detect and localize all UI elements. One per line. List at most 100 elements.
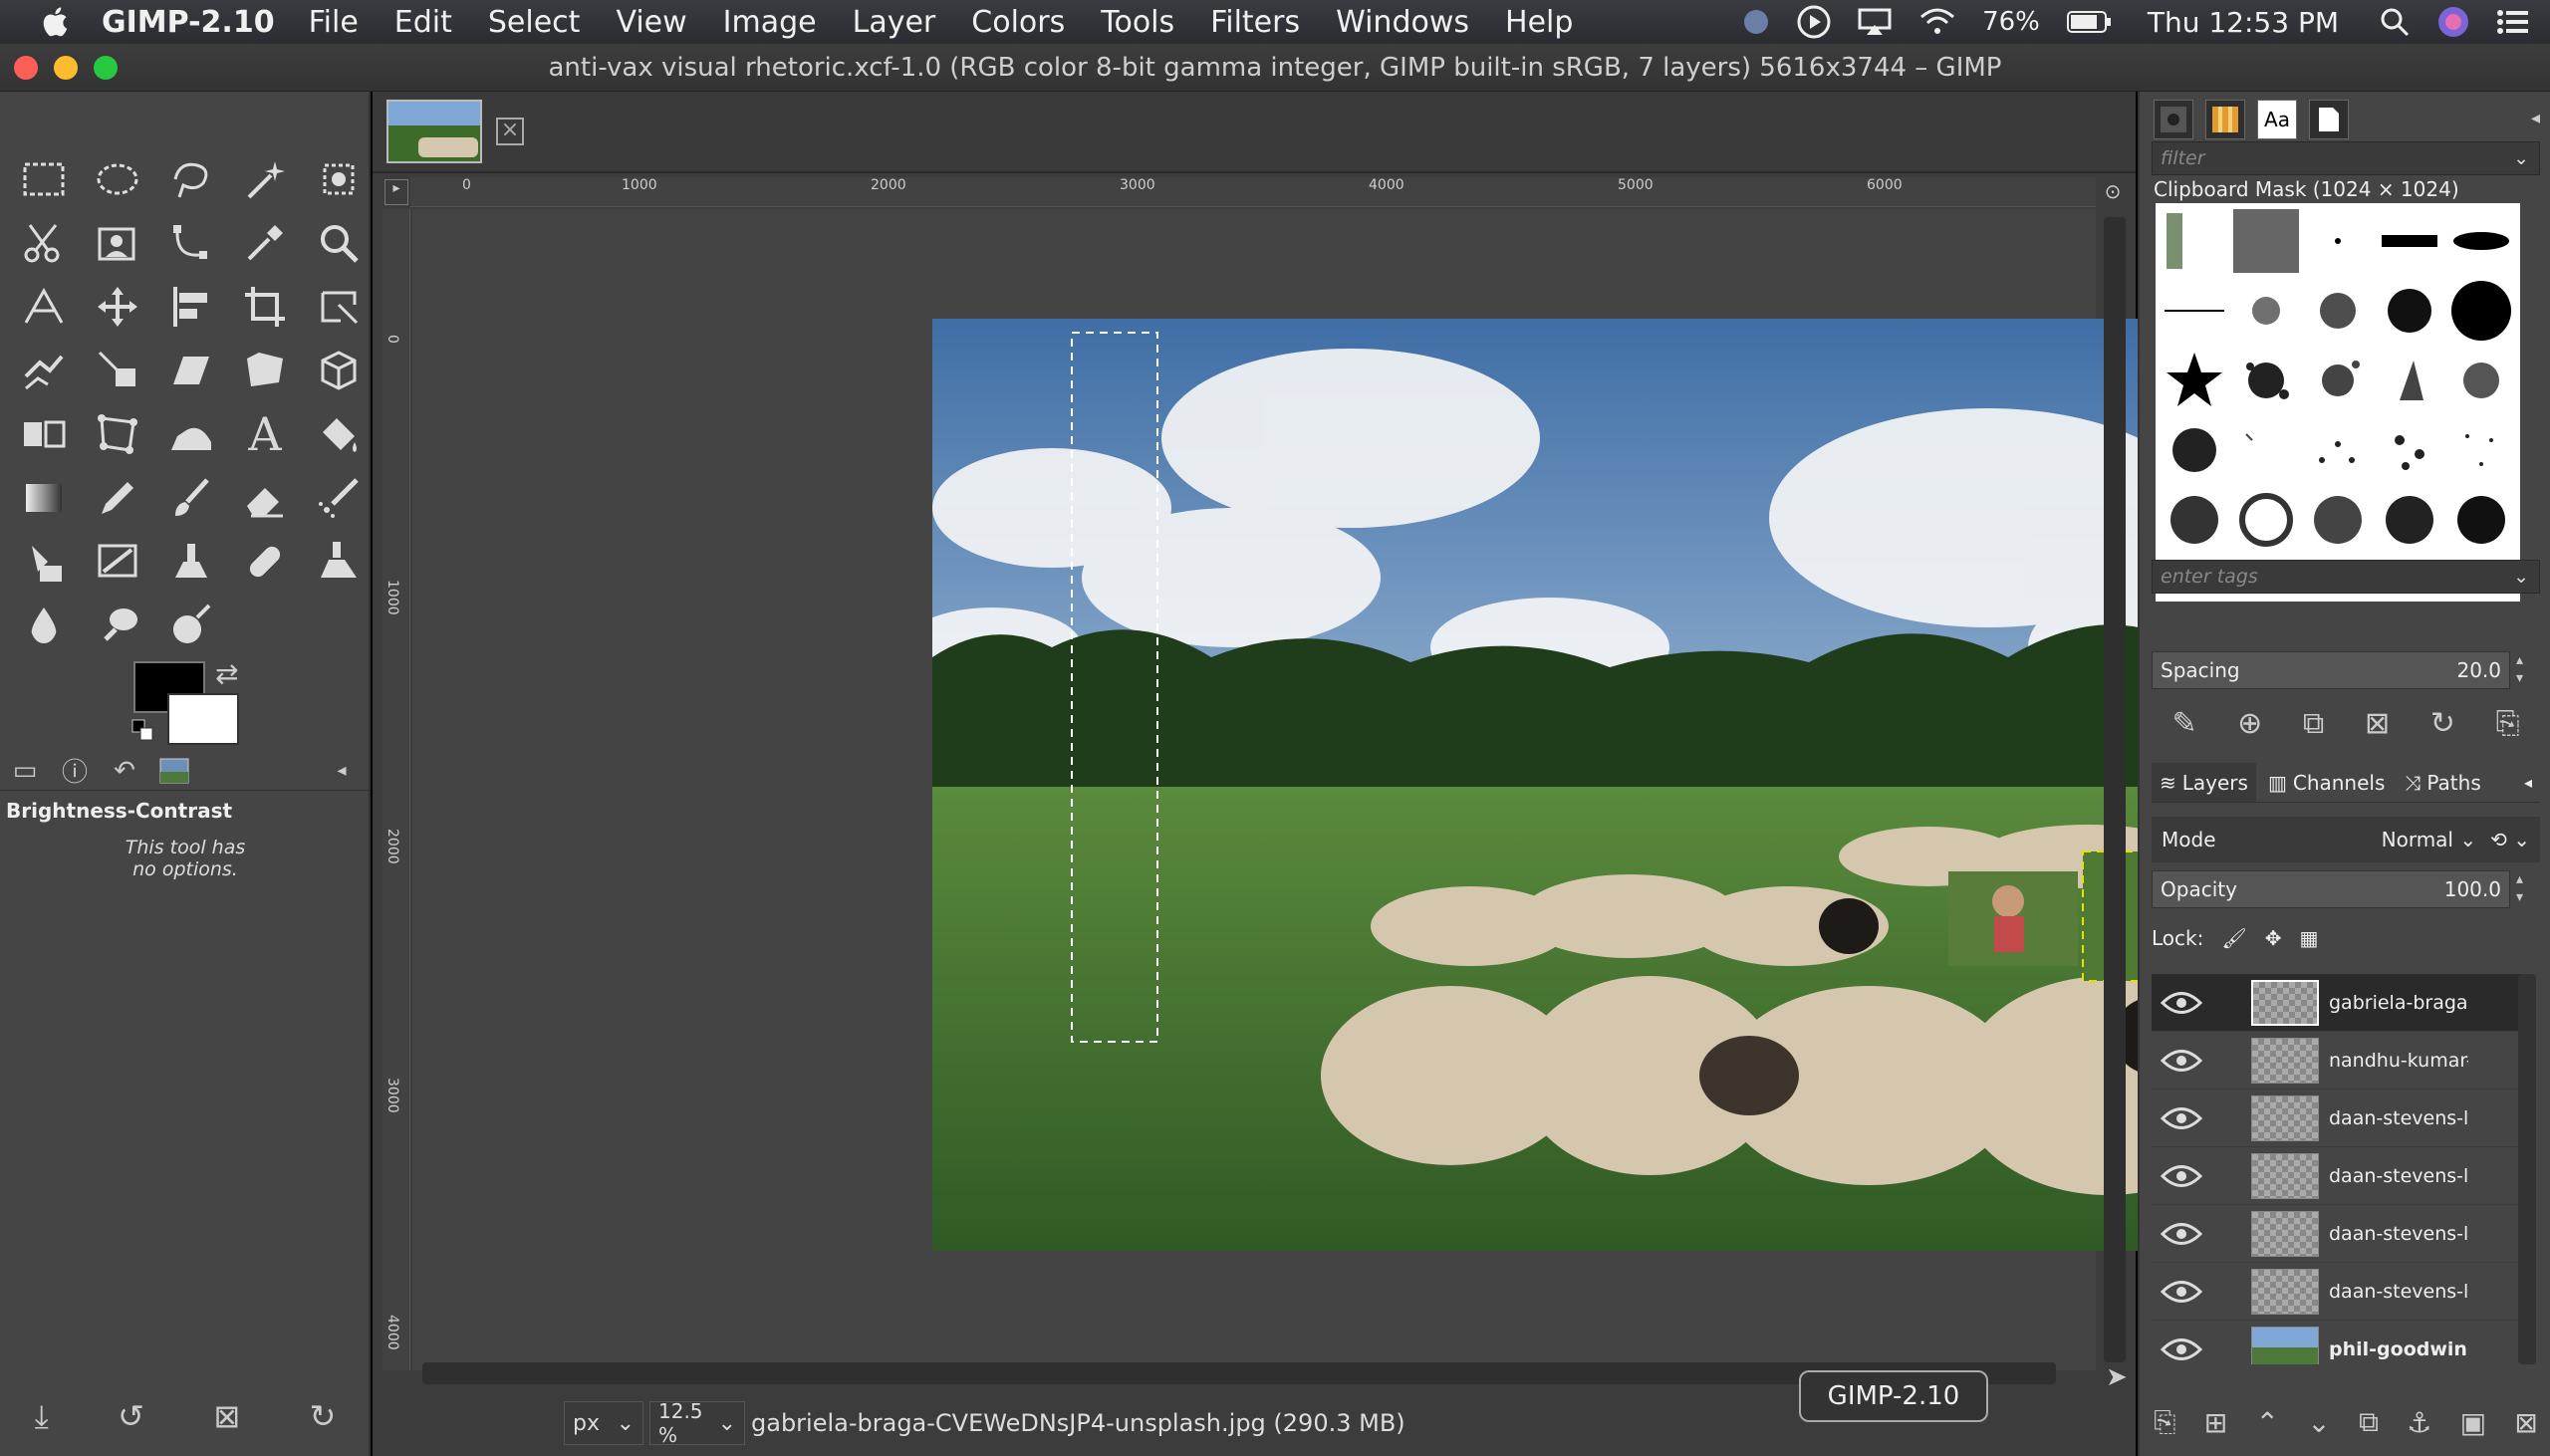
siri-icon[interactable] [2436,5,2470,39]
duplicate-brush-icon[interactable]: ⧉ [2303,706,2324,741]
airplay-icon[interactable] [1857,7,1893,37]
brush-ellipse[interactable] [2446,207,2516,275]
brush-splatter-3[interactable] [2375,347,2444,414]
layer-row[interactable]: phil-goodwin- [2152,1321,2530,1364]
lock-alpha-icon[interactable]: ▦ [2300,926,2319,950]
menu-filters[interactable]: Filters [1210,5,1300,40]
rect-select-icon[interactable] [14,151,74,207]
pencil-icon[interactable] [88,470,147,526]
handle-transform-icon[interactable] [88,406,147,462]
brushes-tab-icon[interactable] [2154,100,2193,139]
airbrush-icon[interactable] [309,470,369,526]
image-canvas[interactable] [412,209,2331,1370]
brush-dots-2[interactable] [2375,416,2444,484]
zoom-icon[interactable] [309,215,369,271]
brush-texture-1[interactable] [2160,486,2229,554]
crop-icon[interactable] [235,279,295,335]
patterns-tab-icon[interactable] [2205,100,2245,139]
spacing-spinner-icon[interactable]: ▴ ▾ [2516,651,2523,687]
layer-row[interactable]: gabriela-braga- [2152,974,2530,1032]
zoom-to-fit-icon[interactable]: ⊙ [2100,179,2126,205]
tool-options-icon[interactable]: ⓘ [58,755,92,788]
brush-dots-3[interactable] [2446,416,2516,484]
brush-hard-circle[interactable] [2446,277,2516,345]
tab-layers[interactable]: ≋ Layers [2152,763,2256,802]
brush-grunge-1[interactable] [2160,416,2229,484]
brush-grid[interactable] [2156,203,2520,602]
spotlight-search-icon[interactable] [2379,6,2411,38]
brush-fuzzy-large[interactable] [2375,277,2444,345]
delete-brush-icon[interactable]: ⊠ [2365,706,2390,741]
visibility-eye-icon[interactable] [2152,1221,2211,1247]
fuzzy-select-icon[interactable] [235,151,295,207]
move-icon[interactable] [88,279,147,335]
brush-clipboard-mask[interactable] [2160,207,2229,275]
device-status-icon[interactable]: ▭ [8,755,42,787]
layers-scrollbar[interactable] [2518,974,2536,1364]
background-color-swatch[interactable] [167,693,239,745]
opacity-slider[interactable]: Opacity 100.0 [2152,870,2510,908]
delete-layer-icon[interactable]: ⊠ [2514,1406,2537,1439]
menu-edit[interactable]: Edit [394,5,452,40]
menu-tools[interactable]: Tools [1101,5,1174,40]
lower-layer-icon[interactable]: ⌄ [2307,1406,2330,1439]
tab-paths[interactable]: ⤨ Paths [2397,763,2488,802]
minimize-window-button[interactable] [54,56,78,80]
brush-splatter-2[interactable] [2303,347,2373,414]
switch-mode-icon[interactable]: ⟲ ⌄ [2490,828,2530,851]
vertical-scrollbar[interactable] [2104,217,2126,1362]
free-select-icon[interactable] [161,151,221,207]
ink-icon[interactable] [14,534,74,590]
select-by-color-icon[interactable] [309,151,369,207]
apple-icon[interactable] [40,5,74,39]
shear-icon[interactable] [88,343,147,398]
wifi-icon[interactable] [1918,7,1956,37]
menubar-clock[interactable]: Thu 12:53 PM [2148,6,2339,39]
brush-line[interactable] [2160,277,2229,345]
notification-center-icon[interactable] [2496,7,2530,37]
paintbrush-icon[interactable] [161,470,221,526]
gradient-icon[interactable] [14,470,74,526]
maximize-window-button[interactable] [94,56,118,80]
swap-colors-icon[interactable]: ⇄ [215,657,238,690]
brush-tags-input[interactable]: enter tags ⌄ [2152,560,2540,594]
eraser-icon[interactable] [235,470,295,526]
menu-file[interactable]: File [309,5,359,40]
opacity-spinner-icon[interactable]: ▴ ▾ [2516,870,2523,906]
tab-channels[interactable]: ▥ Channels [2260,763,2393,802]
close-window-button[interactable] [14,56,38,80]
menu-help[interactable]: Help [1505,5,1573,40]
configure-tab-icon[interactable]: ◂ [325,755,359,787]
menu-image[interactable]: Image [723,5,817,40]
spacing-slider[interactable]: Spacing 20.0 [2152,651,2510,689]
brush-filter-input[interactable]: filter ⌄ [2152,141,2540,175]
flip-icon[interactable] [14,406,74,462]
unified-transform-icon[interactable] [309,279,369,335]
paths-tool-icon[interactable] [161,215,221,271]
brush-grunge-2[interactable] [2231,416,2301,484]
layer-row[interactable]: daan-stevens-l [2152,1263,2530,1321]
blur-sharpen-icon[interactable] [14,598,74,653]
brush-texture-5[interactable] [2446,486,2516,554]
duplicate-layer-icon[interactable]: ⧉ [2359,1405,2379,1439]
configure-layers-tab-icon[interactable]: ◂ [2516,763,2540,802]
brush-dots-1[interactable] [2303,416,2373,484]
visibility-eye-icon[interactable] [2152,990,2211,1016]
fonts-tab[interactable]: Aa [2257,100,2297,139]
open-brush-as-image-icon[interactable]: ⎘ [2496,706,2520,741]
color-picker-icon[interactable] [235,215,295,271]
anchor-layer-icon[interactable]: ⚓ [2407,1406,2431,1439]
lock-pixels-icon[interactable]: 🖌 [2221,926,2246,950]
align-icon[interactable] [161,279,221,335]
reset-options-icon[interactable]: ↻ [309,1397,336,1435]
heal-icon[interactable] [235,534,295,590]
siri-dot-icon[interactable] [1741,7,1771,37]
default-colors-icon[interactable] [131,719,155,743]
scissors-select-icon[interactable] [14,215,74,271]
quick-mask-menu-icon[interactable]: ▸ [384,179,408,205]
mode-select[interactable]: Normal ⌄ [2382,828,2477,851]
horizontal-ruler[interactable]: 0 1000 2000 3000 4000 5000 6000 [410,177,2096,207]
play-icon[interactable] [1797,5,1831,39]
delete-options-icon[interactable]: ⊠ [213,1397,240,1435]
ellipse-select-icon[interactable] [88,151,147,207]
